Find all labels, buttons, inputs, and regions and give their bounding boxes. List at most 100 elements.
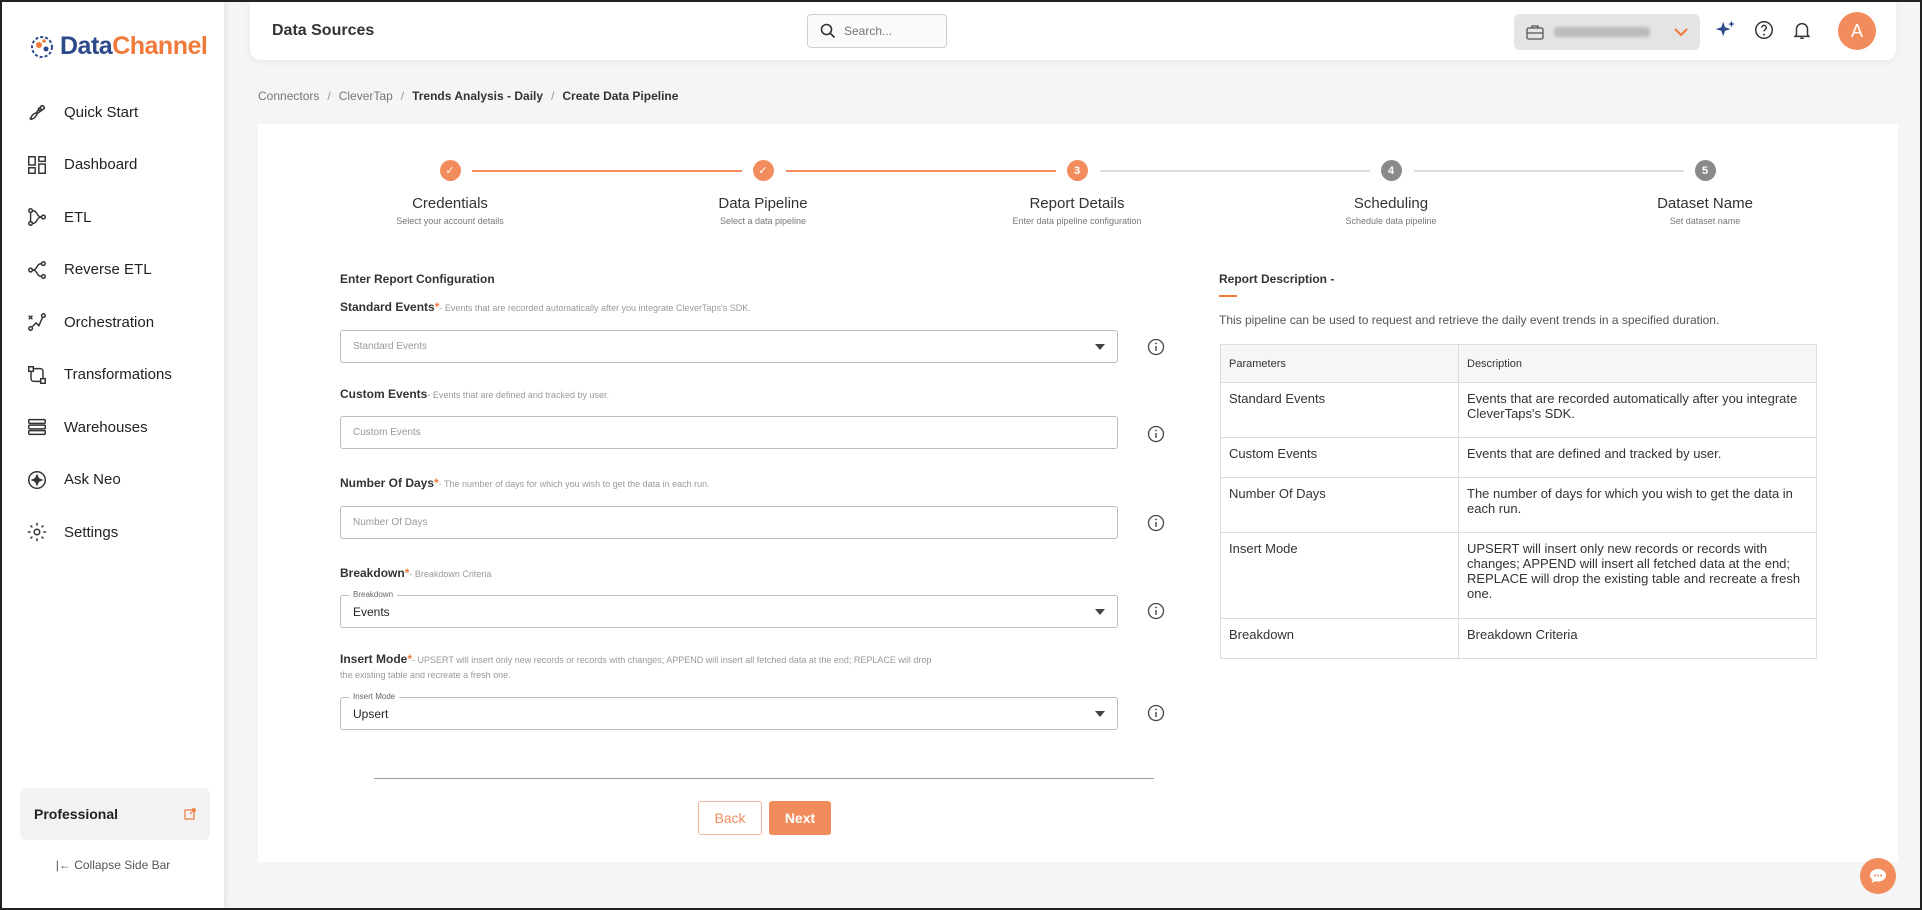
select-value: Upsert xyxy=(353,706,389,721)
warehouses-icon xyxy=(28,419,46,436)
select-placeholder: Standard Events xyxy=(353,341,427,352)
column-header: Parameters xyxy=(1220,344,1459,383)
table-cell: Standard Events xyxy=(1220,382,1459,438)
table-row: Custom Events Events that are defined an… xyxy=(1220,437,1817,478)
collapse-label: Collapse Side Bar xyxy=(74,858,171,872)
sidebar-item-transformations[interactable]: Transformations xyxy=(2,349,224,402)
sidebar-item-ask-neo[interactable]: Ask Neo xyxy=(2,454,224,507)
sidebar-item-reverse-etl[interactable]: Reverse ETL xyxy=(2,244,224,297)
next-button[interactable]: Next xyxy=(769,801,831,835)
info-icon[interactable] xyxy=(1147,338,1165,356)
settings-icon xyxy=(27,523,47,542)
sidebar-item-orchestration[interactable]: Orchestration xyxy=(2,296,224,349)
table-row: Number Of Days The number of days for wh… xyxy=(1220,477,1817,533)
step-data-pipeline[interactable]: ✓ Data Pipeline Select a data pipeline xyxy=(643,160,883,226)
step-dataset-name[interactable]: 5 Dataset Name Set dataset name xyxy=(1585,160,1825,226)
back-button[interactable]: Back xyxy=(698,801,762,835)
step-title: Report Details xyxy=(1029,195,1125,212)
report-description-text: This pipeline can be used to request and… xyxy=(1219,313,1720,327)
orchestration-icon xyxy=(28,313,46,332)
step-subtitle: Schedule data pipeline xyxy=(1345,216,1437,226)
table-cell: Breakdown xyxy=(1220,618,1459,659)
step-credentials[interactable]: ✓ Credentials Select your account detail… xyxy=(330,160,570,226)
search-box[interactable] xyxy=(807,14,947,48)
sidebar-item-label: Ask Neo xyxy=(64,471,121,489)
breakdown-label: Breakdown*- Breakdown Criteria xyxy=(340,566,491,580)
step-subtitle: Set dataset name xyxy=(1669,216,1741,226)
sparkle-icon[interactable] xyxy=(1714,19,1736,41)
title-underline xyxy=(1219,295,1237,297)
label-text: Custom Events xyxy=(340,387,428,401)
insert-mode-select[interactable]: Insert Mode Upsert xyxy=(340,692,1118,730)
label-hint: - The number of days for which you wish … xyxy=(438,479,710,489)
info-icon[interactable] xyxy=(1147,425,1165,443)
sidebar-item-label: Reverse ETL xyxy=(64,261,152,279)
logo-text-data: Data xyxy=(60,32,113,60)
page-title: Data Sources xyxy=(272,22,375,39)
table-cell: Number Of Days xyxy=(1220,477,1459,533)
table-row: Insert Mode UPSERT will insert only new … xyxy=(1220,532,1817,619)
bell-icon[interactable] xyxy=(1791,19,1813,41)
table-cell: Events that are defined and tracked by u… xyxy=(1458,437,1817,478)
collapse-icon: |← xyxy=(55,858,71,872)
sidebar-nav: Quick Start Dashboard ETL Reverse ETL Or… xyxy=(2,86,224,559)
step-number: 3 xyxy=(1066,160,1088,181)
collapse-sidebar-button[interactable]: |← Collapse Side Bar xyxy=(2,858,224,872)
step-report-details[interactable]: 3 Report Details Enter data pipeline con… xyxy=(957,160,1197,226)
breadcrumb-clevertap[interactable]: CleverTap xyxy=(339,89,393,103)
breadcrumb-report[interactable]: Trends Analysis - Daily xyxy=(412,89,543,103)
label-text: Breakdown xyxy=(340,566,405,580)
plan-card[interactable]: Professional xyxy=(20,788,210,840)
table-cell: The number of days for which you wish to… xyxy=(1458,477,1817,533)
table-cell: UPSERT will insert only new records or r… xyxy=(1458,532,1817,619)
step-number: 5 xyxy=(1694,160,1716,181)
sidebar-item-label: Settings xyxy=(64,523,119,541)
external-link-icon[interactable] xyxy=(184,808,196,820)
info-icon[interactable] xyxy=(1147,704,1165,722)
breakdown-select[interactable]: Breakdown Events xyxy=(340,590,1118,628)
breadcrumb-connectors[interactable]: Connectors xyxy=(258,89,319,103)
info-icon[interactable] xyxy=(1147,602,1165,620)
table-cell: Events that are recorded automatically a… xyxy=(1458,382,1817,438)
number-of-days-input[interactable]: Number Of Days xyxy=(340,506,1118,539)
chat-bubble-icon xyxy=(1870,869,1886,883)
sidebar-item-etl[interactable]: ETL xyxy=(2,191,224,244)
number-of-days-label: Number Of Days*- The number of days for … xyxy=(340,476,710,490)
sidebar-item-label: ETL xyxy=(64,208,92,226)
breadcrumb-current: Create Data Pipeline xyxy=(562,89,679,103)
sidebar-item-warehouses[interactable]: Warehouses xyxy=(2,401,224,454)
logo-text-channel: Channel xyxy=(112,32,208,60)
help-icon[interactable] xyxy=(1753,19,1775,41)
standard-events-select[interactable]: Standard Events xyxy=(340,330,1118,363)
caret-down-icon xyxy=(1095,344,1105,350)
label-hint: - Breakdown Criteria xyxy=(409,569,492,579)
label-hint: - Events that are recorded automatically… xyxy=(439,303,751,313)
info-icon[interactable] xyxy=(1147,514,1165,532)
check-icon: ✓ xyxy=(752,160,774,181)
sidebar-item-dashboard[interactable]: Dashboard xyxy=(2,139,224,192)
sidebar-item-quick-start[interactable]: Quick Start xyxy=(2,86,224,139)
search-icon xyxy=(820,23,836,39)
chat-button[interactable] xyxy=(1860,858,1896,894)
custom-events-label: Custom Events- Events that are defined a… xyxy=(340,387,609,401)
table-cell: Custom Events xyxy=(1220,437,1459,478)
custom-events-input[interactable]: Custom Events xyxy=(340,416,1118,449)
input-placeholder: Custom Events xyxy=(353,427,421,438)
search-input[interactable] xyxy=(844,24,934,38)
user-avatar[interactable]: A xyxy=(1838,12,1876,50)
input-placeholder: Number Of Days xyxy=(353,517,428,528)
label-text: Number Of Days xyxy=(340,476,435,490)
reverse-etl-icon xyxy=(28,260,46,279)
caret-down-icon xyxy=(1095,609,1105,615)
table-cell: Insert Mode xyxy=(1220,532,1459,619)
table-row: Standard Events Events that are recorded… xyxy=(1220,382,1817,438)
step-scheduling[interactable]: 4 Scheduling Schedule data pipeline xyxy=(1271,160,1511,226)
step-number: 4 xyxy=(1380,160,1402,181)
table-row: Breakdown Breakdown Criteria xyxy=(1220,618,1817,659)
step-subtitle: Select your account details xyxy=(396,216,504,226)
datachannel-logo[interactable]: DataChannel xyxy=(28,32,208,61)
sidebar-item-settings[interactable]: Settings xyxy=(2,506,224,559)
workspace-selector[interactable] xyxy=(1514,14,1700,50)
label-hint: - UPSERT will insert only new records or… xyxy=(412,655,932,665)
parameters-table: Parameters Description Standard Events E… xyxy=(1220,344,1817,659)
